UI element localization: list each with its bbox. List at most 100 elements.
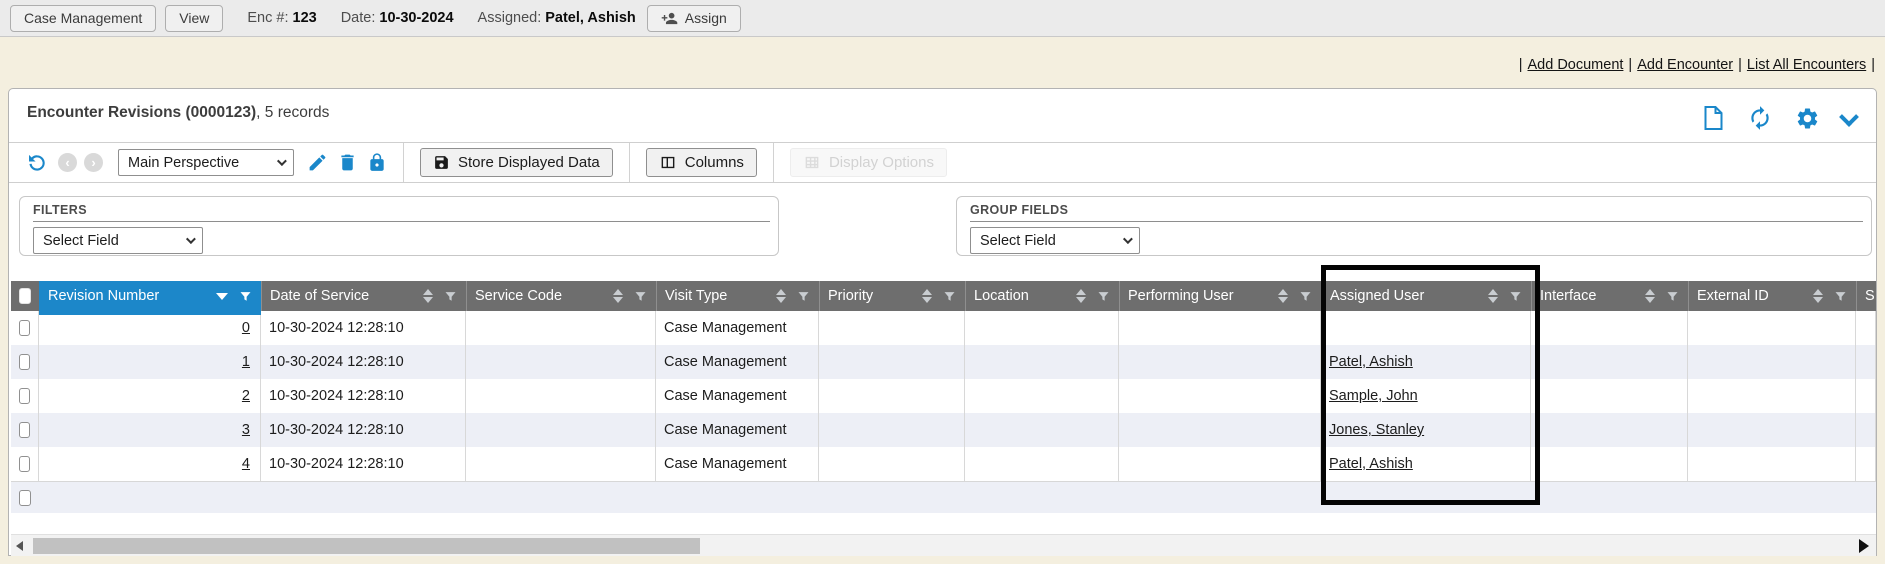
- revision-link[interactable]: 3: [242, 422, 250, 438]
- filter-icon[interactable]: [1298, 289, 1313, 304]
- row-checkbox[interactable]: [19, 456, 30, 472]
- scroll-left-arrow-icon[interactable]: [16, 541, 23, 551]
- columns-icon: [659, 154, 677, 171]
- cell-performing-user: [1119, 447, 1321, 481]
- column-header-priority[interactable]: Priority: [819, 281, 965, 311]
- filter-icon[interactable]: [942, 289, 957, 304]
- cell-revision-number: 0: [39, 311, 261, 345]
- filter-icon[interactable]: [1665, 289, 1680, 304]
- filters-field-select[interactable]: Select Field: [33, 227, 203, 254]
- filter-icon[interactable]: [1833, 289, 1848, 304]
- lock-icon[interactable]: [367, 152, 387, 173]
- revision-link[interactable]: 1: [242, 354, 250, 370]
- cell-service-code: [466, 413, 656, 447]
- sort-icon: [613, 289, 623, 303]
- revision-link[interactable]: 2: [242, 388, 250, 404]
- filter-icon[interactable]: [238, 289, 253, 304]
- cell-priority: [819, 311, 965, 345]
- assign-button[interactable]: Assign: [647, 5, 741, 32]
- sort-desc-icon: [216, 293, 228, 300]
- toolbar-divider: [629, 143, 630, 182]
- column-header-visit-type[interactable]: Visit Type: [656, 281, 819, 311]
- column-header-assigned-user[interactable]: Assigned User: [1321, 281, 1531, 311]
- cell-service-code: [466, 379, 656, 413]
- cell-external-id: [1688, 413, 1856, 447]
- cell-external-id: [1688, 447, 1856, 481]
- assigned-user-link[interactable]: Patel, Ashish: [1329, 456, 1413, 472]
- cell-assigned-user: Patel, Ashish: [1321, 447, 1531, 481]
- gear-icon[interactable]: [1795, 106, 1820, 131]
- cell-interface: [1531, 413, 1688, 447]
- column-header-service-code[interactable]: Service Code: [466, 281, 656, 311]
- column-header-revision-number[interactable]: Revision Number: [39, 281, 261, 311]
- cell-location: [965, 311, 1119, 345]
- row-checkbox[interactable]: [19, 320, 30, 336]
- display-options-button: Display Options: [790, 148, 947, 177]
- list-all-encounters-link[interactable]: List All Encounters: [1747, 57, 1866, 73]
- refresh-icon[interactable]: [1747, 105, 1773, 131]
- row-checkbox-cell: [11, 311, 39, 345]
- filters-label: FILTERS: [33, 203, 87, 217]
- column-label: Location: [974, 288, 1029, 304]
- filter-icon[interactable]: [443, 289, 458, 304]
- columns-button[interactable]: Columns: [646, 148, 757, 177]
- assigned-user-link[interactable]: Patel, Ashish: [1329, 354, 1413, 370]
- row-checkbox[interactable]: [19, 422, 30, 438]
- column-label: Service Code: [475, 288, 562, 304]
- horizontal-scrollbar[interactable]: [11, 534, 1876, 556]
- document-icon[interactable]: [1702, 105, 1725, 131]
- column-header-location[interactable]: Location: [965, 281, 1119, 311]
- filter-icon[interactable]: [1096, 289, 1111, 304]
- add-encounter-link[interactable]: Add Encounter: [1637, 57, 1733, 73]
- filter-icon[interactable]: [796, 289, 811, 304]
- revision-link[interactable]: 0: [242, 320, 250, 336]
- assigned-user-link[interactable]: Sample, John: [1329, 388, 1418, 404]
- cell-visit-type: Case Management: [656, 447, 819, 481]
- column-label: Revision Number: [48, 288, 159, 304]
- encounter-date: Date:10-30-2024: [341, 10, 454, 26]
- pencil-icon[interactable]: [307, 152, 328, 173]
- case-management-button[interactable]: Case Management: [10, 5, 156, 32]
- row-checkbox[interactable]: [19, 388, 30, 404]
- cell-interface: [1531, 379, 1688, 413]
- filter-icon[interactable]: [1508, 289, 1523, 304]
- select-all-checkbox[interactable]: [19, 288, 31, 304]
- scroll-right-arrow-icon[interactable]: [1859, 539, 1869, 553]
- sort-icon: [1488, 289, 1498, 303]
- cell-service-code: [466, 345, 656, 379]
- row-checkbox[interactable]: [19, 354, 30, 370]
- view-button[interactable]: View: [165, 5, 223, 32]
- undo-icon[interactable]: [25, 151, 48, 174]
- trash-icon[interactable]: [337, 152, 358, 173]
- revision-link[interactable]: 4: [242, 456, 250, 472]
- column-header-s[interactable]: S: [1856, 281, 1876, 311]
- perspective-select[interactable]: Main Perspective: [118, 149, 294, 176]
- cell-priority: [819, 379, 965, 413]
- panel-header: Encounter Revisions (0000123), 5 records: [9, 89, 1876, 142]
- action-links: |Add Document|Add Encounter|List All Enc…: [1519, 57, 1875, 73]
- column-header-external-id[interactable]: External ID: [1688, 281, 1856, 311]
- column-header-performing-user[interactable]: Performing User: [1119, 281, 1321, 311]
- add-document-link[interactable]: Add Document: [1528, 57, 1624, 73]
- assigned-user-link[interactable]: Jones, Stanley: [1329, 422, 1424, 438]
- group-field-select[interactable]: Select Field: [970, 227, 1140, 254]
- cell-service-code: [466, 311, 656, 345]
- header-select-all-cell: [11, 281, 39, 311]
- column-label: Assigned User: [1330, 288, 1424, 304]
- column-header-date-of-service[interactable]: Date of Service: [261, 281, 466, 311]
- chevron-down-icon[interactable]: [1842, 117, 1856, 124]
- store-displayed-data-button[interactable]: Store Displayed Data: [420, 148, 613, 177]
- select-chevron-icon: [186, 234, 196, 244]
- column-label: Performing User: [1128, 288, 1234, 304]
- person-add-icon: [661, 10, 678, 27]
- cell-s: [1856, 413, 1876, 447]
- cell-service-code: [466, 447, 656, 481]
- cell-visit-type: Case Management: [656, 311, 819, 345]
- filter-icon[interactable]: [633, 289, 648, 304]
- column-header-interface[interactable]: Interface: [1531, 281, 1688, 311]
- scrollbar-thumb[interactable]: [33, 538, 700, 554]
- row-checkbox[interactable]: [19, 490, 31, 506]
- cell-interface: [1531, 311, 1688, 345]
- cell-location: [965, 447, 1119, 481]
- cell-date-of-service: 10-30-2024 12:28:10: [261, 379, 466, 413]
